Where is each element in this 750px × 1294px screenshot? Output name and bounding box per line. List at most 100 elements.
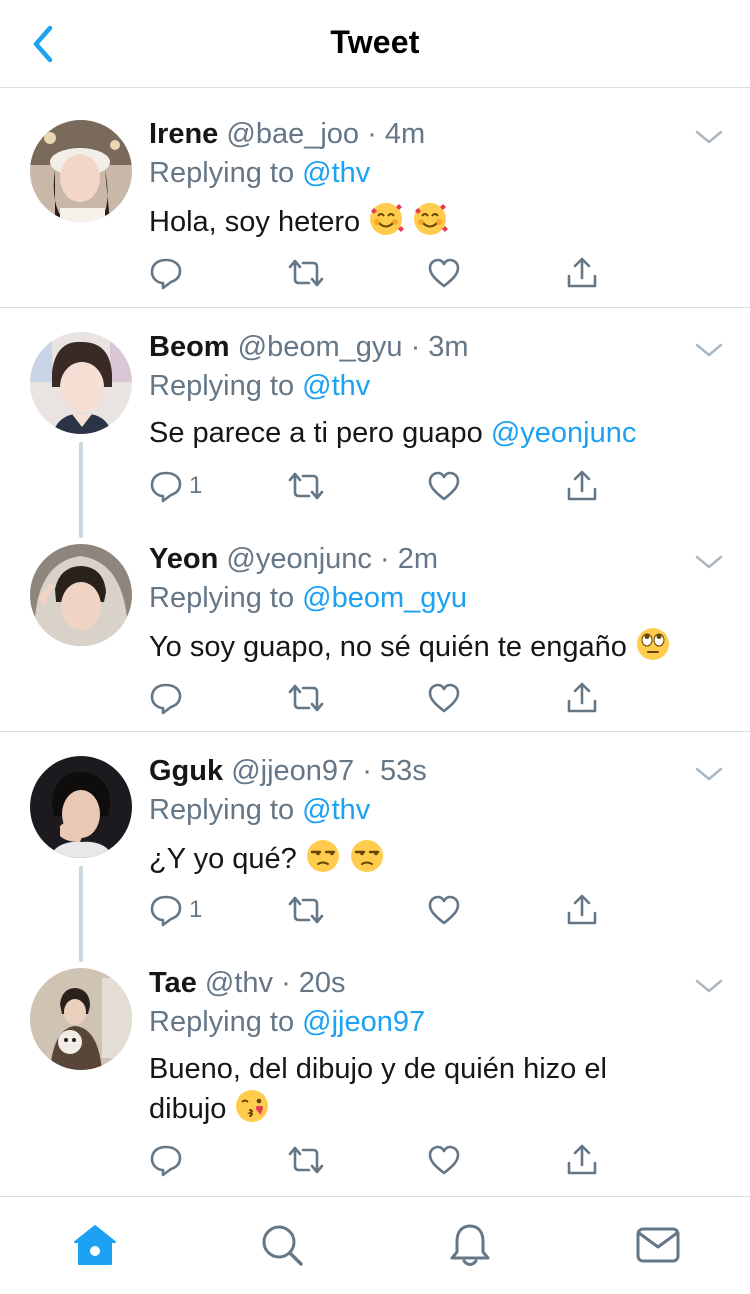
timestamp: 2m bbox=[397, 543, 438, 575]
tweet-header: Yeon @yeonjunc · 2m bbox=[149, 543, 438, 575]
nav-header: Tweet bbox=[0, 0, 750, 88]
chevron-down-icon[interactable] bbox=[694, 976, 724, 996]
tweet-text: ¿Y yo qué? bbox=[149, 838, 709, 878]
tweet-actions: 1 bbox=[149, 466, 619, 506]
chevron-down-icon[interactable] bbox=[694, 764, 724, 784]
reply-icon bbox=[150, 683, 182, 715]
replying-to: Replying to @thv bbox=[149, 157, 371, 189]
like-button[interactable] bbox=[427, 466, 461, 506]
bottom-tab-bar bbox=[0, 1196, 750, 1294]
reply-icon bbox=[150, 895, 182, 927]
share-icon bbox=[567, 682, 597, 713]
avatar[interactable] bbox=[30, 544, 132, 646]
home-icon bbox=[74, 1225, 116, 1265]
retweet-icon bbox=[288, 684, 324, 712]
like-button[interactable] bbox=[427, 253, 461, 293]
notifications-icon bbox=[450, 1224, 490, 1266]
like-button[interactable] bbox=[427, 1140, 461, 1180]
tweet-text-line: Bueno, del dibujo y de quién hizo el bbox=[149, 1053, 607, 1085]
tweet-text-line: dibujo bbox=[149, 1088, 709, 1128]
tab-home[interactable] bbox=[65, 1217, 125, 1273]
share-button[interactable] bbox=[565, 253, 599, 293]
retweet-button[interactable] bbox=[287, 678, 325, 718]
avatar[interactable] bbox=[30, 756, 132, 858]
retweet-button[interactable] bbox=[287, 1140, 325, 1180]
handle[interactable]: @jjeon97 bbox=[231, 755, 354, 787]
avatar[interactable] bbox=[30, 120, 132, 222]
tweet-text: Se parece a ti pero guapo @yeonjunc bbox=[149, 417, 637, 449]
display-name[interactable]: Yeon bbox=[149, 543, 218, 575]
share-icon bbox=[567, 894, 597, 925]
retweet-button[interactable] bbox=[287, 466, 325, 506]
retweet-button[interactable] bbox=[287, 253, 325, 293]
retweet-icon bbox=[288, 896, 324, 924]
reply-button[interactable]: 1 bbox=[149, 466, 202, 506]
timestamp: 4m bbox=[384, 118, 426, 150]
retweet-icon bbox=[288, 472, 324, 500]
reply-icon bbox=[150, 471, 182, 503]
tweet-irene[interactable]: Irene @bae_joo · 4m Replying to @thv Hol… bbox=[0, 95, 750, 307]
share-button[interactable] bbox=[565, 678, 599, 718]
timestamp: 3m bbox=[428, 331, 469, 363]
handle[interactable]: @thv bbox=[205, 967, 273, 999]
replying-to: Replying to @jjeon97 bbox=[149, 1006, 426, 1038]
smiling-face-with-hearts-icon bbox=[414, 203, 449, 235]
mention-link[interactable]: @beom_gyu bbox=[302, 582, 467, 614]
share-button[interactable] bbox=[565, 890, 599, 930]
chevron-down-icon[interactable] bbox=[694, 127, 724, 147]
like-button[interactable] bbox=[427, 678, 461, 718]
reply-button[interactable] bbox=[149, 1140, 189, 1180]
like-button[interactable] bbox=[427, 890, 461, 930]
tweet-header: Irene @bae_joo · 4m bbox=[149, 118, 426, 150]
display-name[interactable]: Tae bbox=[149, 967, 197, 999]
tweet-actions bbox=[149, 678, 619, 718]
handle[interactable]: @beom_gyu bbox=[238, 331, 403, 363]
avatar[interactable] bbox=[30, 968, 132, 1070]
replying-to: Replying to @thv bbox=[149, 370, 371, 402]
timestamp: 20s bbox=[298, 967, 346, 999]
timestamp: 53s bbox=[379, 755, 427, 787]
tweet-tae[interactable]: Tae @thv · 20s Replying to @jjeon97 Buen… bbox=[0, 944, 750, 1195]
heart-icon bbox=[428, 895, 460, 925]
retweet-icon bbox=[288, 1146, 324, 1174]
heart-icon bbox=[428, 683, 460, 713]
tweet-beom[interactable]: Beom @beom_gyu · 3m Replying to @thv Se … bbox=[0, 308, 750, 538]
chevron-down-icon[interactable] bbox=[694, 552, 724, 572]
mention-link[interactable]: @yeonjunc bbox=[491, 417, 637, 449]
mention-link[interactable]: @thv bbox=[302, 794, 370, 826]
page-title: Tweet bbox=[330, 24, 420, 60]
tab-search[interactable] bbox=[252, 1217, 312, 1273]
mention-link[interactable]: @thv bbox=[302, 370, 370, 402]
tweet-thread-screen: Tweet Irene @bae_joo · 4m Replying to @t… bbox=[0, 0, 750, 1294]
mention-link[interactable]: @jjeon97 bbox=[302, 1006, 425, 1038]
tab-messages[interactable] bbox=[628, 1217, 688, 1273]
tweet-yeon[interactable]: Yeon @yeonjunc · 2m Replying to @beom_gy… bbox=[0, 520, 750, 731]
display-name[interactable]: Beom bbox=[149, 331, 230, 363]
reply-button[interactable] bbox=[149, 678, 189, 718]
display-name[interactable]: Irene bbox=[149, 118, 218, 150]
display-name[interactable]: Gguk bbox=[149, 755, 223, 787]
avatar[interactable] bbox=[30, 332, 132, 434]
reply-icon bbox=[150, 258, 182, 290]
chevron-down-icon[interactable] bbox=[694, 340, 724, 360]
tweet-gguk[interactable]: Gguk @jjeon97 · 53s Replying to @thv ¿Y … bbox=[0, 732, 750, 962]
share-button[interactable] bbox=[565, 1140, 599, 1180]
mention-link[interactable]: @thv bbox=[302, 157, 370, 189]
share-button[interactable] bbox=[565, 466, 599, 506]
handle[interactable]: @bae_joo bbox=[226, 118, 359, 150]
share-icon bbox=[567, 1144, 597, 1175]
tweet-header: Gguk @jjeon97 · 53s bbox=[149, 755, 427, 787]
share-icon bbox=[567, 257, 597, 288]
messages-icon bbox=[636, 1227, 680, 1263]
tab-notifications[interactable] bbox=[440, 1217, 500, 1273]
smiling-face-with-hearts-icon bbox=[370, 203, 405, 235]
retweet-button[interactable] bbox=[287, 890, 325, 930]
reply-button[interactable] bbox=[149, 253, 189, 293]
unamused-face-icon bbox=[306, 840, 339, 872]
tweet-actions: 1 bbox=[149, 890, 619, 930]
retweet-icon bbox=[288, 259, 324, 287]
heart-icon bbox=[428, 258, 460, 288]
reply-button[interactable]: 1 bbox=[149, 890, 202, 930]
reply-count: 1 bbox=[189, 896, 203, 923]
handle[interactable]: @yeonjunc bbox=[226, 543, 372, 575]
